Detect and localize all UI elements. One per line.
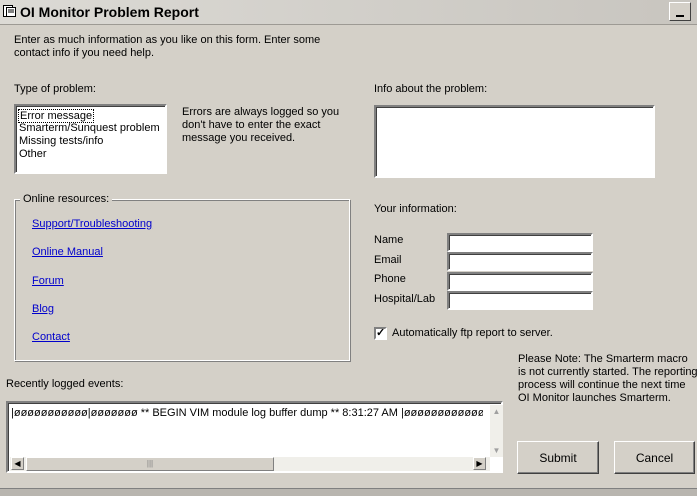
info-label: Info about the problem: [374,83,488,95]
window-title: OI Monitor Problem Report [20,4,199,20]
problem-hint-line-1: Errors are always logged so you [182,106,340,118]
scroll-down-icon[interactable]: ▼ [490,444,503,457]
info-textarea[interactable] [374,105,655,178]
minimize-button[interactable] [669,2,691,21]
scroll-up-icon[interactable]: ▲ [490,405,503,418]
problem-type-label: Type of problem: [14,83,96,95]
submit-button[interactable]: Submit [517,441,599,474]
events-log-text: |øøøøøøøøøøø|øøøøøøø ** BEGIN VIM module… [11,407,483,419]
cancel-button[interactable]: Cancel [614,441,695,474]
list-item-error-message[interactable]: Error message [18,109,95,123]
scroll-right-icon[interactable]: ▶ [473,457,486,470]
problem-hint-line-2: don't have to enter the exact [182,119,321,131]
name-label: Name [374,234,404,246]
title-bar: OI Monitor Problem Report [0,0,697,25]
smarterm-note: Please Note: The Smarterm macro is not c… [518,353,697,404]
horizontal-scrollbar[interactable]: ◀ ||| ▶ [10,457,490,471]
online-resources-label: Online resources: [20,193,113,205]
vertical-scrollbar[interactable]: ▲ ▼ [490,405,503,457]
link-contact[interactable]: Contact [32,331,70,343]
scroll-thumb[interactable]: ||| [26,457,274,471]
report-icon [3,5,16,17]
checkmark-icon: ✓ [376,327,386,339]
name-field[interactable] [447,233,593,252]
phone-field[interactable] [447,272,593,291]
list-item-missing-tests[interactable]: Missing tests/info [19,135,103,147]
link-online-manual[interactable]: Online Manual [32,246,103,258]
link-forum[interactable]: Forum [32,275,64,287]
link-blog[interactable]: Blog [32,303,54,315]
hospital-lab-label: Hospital/Lab [374,293,436,305]
events-label: Recently logged events: [6,378,124,390]
link-support[interactable]: Support/Troubleshooting [32,218,152,230]
list-item-smarterm-problem[interactable]: Smarterm/Sunquest problem [19,122,160,134]
ftp-checkbox-label[interactable]: Automatically ftp report to server. [392,327,553,339]
intro-line-2: contact info if you need help. [14,47,155,59]
intro-line-1: Enter as much information as you like on… [14,34,321,46]
problem-hint-line-3: message you received. [182,132,296,144]
hospital-lab-field[interactable] [447,291,593,310]
events-log[interactable]: |øøøøøøøøøøø|øøøøøøø ** BEGIN VIM module… [6,401,503,473]
scroll-left-icon[interactable]: ◀ [11,457,24,470]
email-label: Email [374,254,402,266]
phone-label: Phone [374,273,406,285]
email-field[interactable] [447,252,593,271]
problem-type-list[interactable]: Error message Smarterm/Sunquest problem … [14,104,167,174]
your-info-label: Your information: [374,203,457,215]
ftp-checkbox[interactable]: ✓ [374,327,387,340]
list-item-other[interactable]: Other [19,148,47,160]
